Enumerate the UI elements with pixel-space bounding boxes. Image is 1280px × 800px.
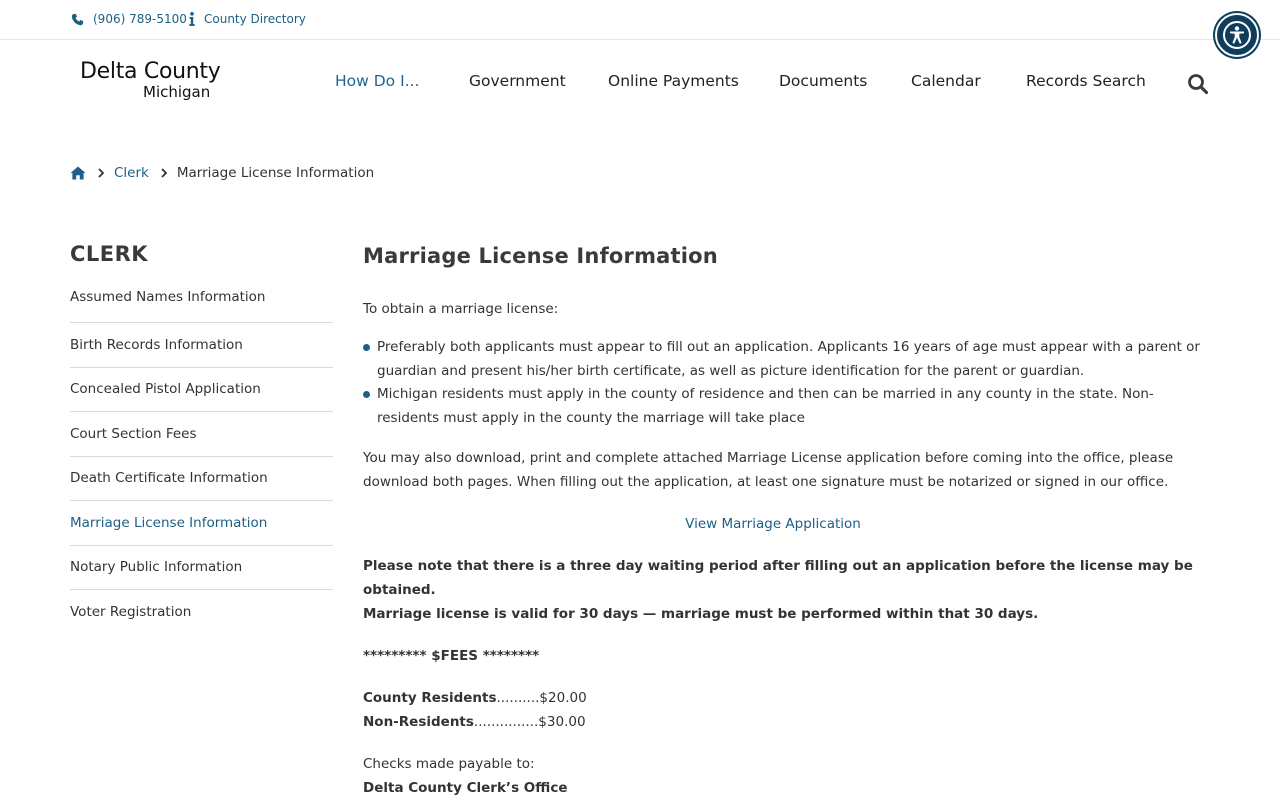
fees-heading: ********* $FEES ******** [363,648,540,664]
waiting-period-line1: Please note that there is a three day wa… [363,558,1193,598]
list-item: Preferably both applicants must appear t… [363,336,1203,383]
list-item: Michigan residents must apply in the cou… [363,383,1203,430]
sidebar-item-birth-records[interactable]: Birth Records Information [70,323,333,368]
sidebar-item-concealed-pistol[interactable]: Concealed Pistol Application [70,368,333,412]
nav-calendar[interactable]: Calendar [911,72,981,90]
search-icon [1187,73,1209,95]
sidebar-item-label[interactable]: Assumed Names Information [70,289,265,305]
fee-row-non-residents: Non-Residents...............$30.00 [363,710,1203,734]
requirements-list: Preferably both applicants must appear t… [363,336,1203,430]
sidebar-item-label[interactable]: Court Section Fees [70,426,197,442]
download-instructions: You may also download, print and complet… [363,450,1174,490]
nav-government[interactable]: Government [469,72,566,90]
sidebar-item-label[interactable]: Marriage License Information [70,515,267,531]
waiting-period-notice: Please note that there is a three day wa… [363,554,1203,626]
main-content: Marriage License Information To obtain a… [363,242,1203,800]
checks-payable-label: Checks made payable to: [363,756,535,772]
accessibility-button[interactable] [1215,13,1259,57]
sidebar-item-label[interactable]: Voter Registration [70,604,191,620]
sidebar-item-marriage-license[interactable]: Marriage License Information [70,501,333,546]
fee-dots: .......... [496,690,540,706]
intro-text: To obtain a marriage license: [363,301,559,317]
utility-bar: (906) 789-5100 County Directory [0,0,1280,40]
fee-amount: $20.00 [539,690,587,706]
sidebar-item-assumed-names[interactable]: Assumed Names Information [70,289,333,323]
county-directory-link[interactable]: County Directory [188,11,306,27]
breadcrumb-home[interactable] [70,166,86,180]
fee-dots: ............... [473,714,539,730]
breadcrumb: Clerk Marriage License Information [70,164,374,182]
sidebar-item-voter-registration[interactable]: Voter Registration [70,590,333,635]
sidebar-list: Assumed Names Information Birth Records … [70,289,333,635]
fee-label: Non-Residents [363,714,474,730]
sidebar-item-death-certificate[interactable]: Death Certificate Information [70,457,333,501]
validity-line: Marriage license is valid for 30 days — … [363,606,1039,622]
nav-how-do-i[interactable]: How Do I... [335,72,419,90]
info-icon [188,11,196,27]
sidebar-item-court-fees[interactable]: Court Section Fees [70,412,333,457]
chevron-right-icon [161,168,167,178]
sidebar-title: CLERK [70,242,149,266]
phone-link[interactable]: (906) 789-5100 [70,11,187,27]
county-directory-label: County Directory [204,12,306,26]
search-button[interactable] [1186,72,1210,96]
nav-records-search[interactable]: Records Search [1026,72,1146,90]
fee-row-county-residents: County Residents..........$20.00 [363,686,1203,710]
sidebar: CLERK Assumed Names Information Birth Re… [70,242,333,635]
breadcrumb-current: Marriage License Information [176,165,375,181]
view-marriage-application-link[interactable]: View Marriage Application [685,516,861,532]
sidebar-item-label[interactable]: Notary Public Information [70,559,242,575]
phone-number: (906) 789-5100 [93,12,187,26]
fee-label: County Residents [363,690,497,706]
fee-amount: $30.00 [538,714,586,730]
page-title: Marriage License Information [363,244,718,268]
sidebar-item-label[interactable]: Death Certificate Information [70,470,268,486]
main-navigation: How Do I... Government Online Payments D… [0,72,1280,96]
sidebar-item-label[interactable]: Concealed Pistol Application [70,381,261,397]
sidebar-item-notary-public[interactable]: Notary Public Information [70,546,333,590]
home-icon [70,166,86,180]
checks-payee: Delta County Clerk’s Office [363,780,568,796]
fees-list: County Residents..........$20.00 Non-Res… [363,686,1203,734]
phone-icon [70,11,84,27]
nav-online-payments[interactable]: Online Payments [608,72,739,90]
accessibility-icon [1222,20,1252,50]
nav-documents[interactable]: Documents [779,72,867,90]
sidebar-item-label[interactable]: Birth Records Information [70,337,243,353]
breadcrumb-clerk[interactable]: Clerk [114,165,149,181]
chevron-right-icon [98,168,104,178]
